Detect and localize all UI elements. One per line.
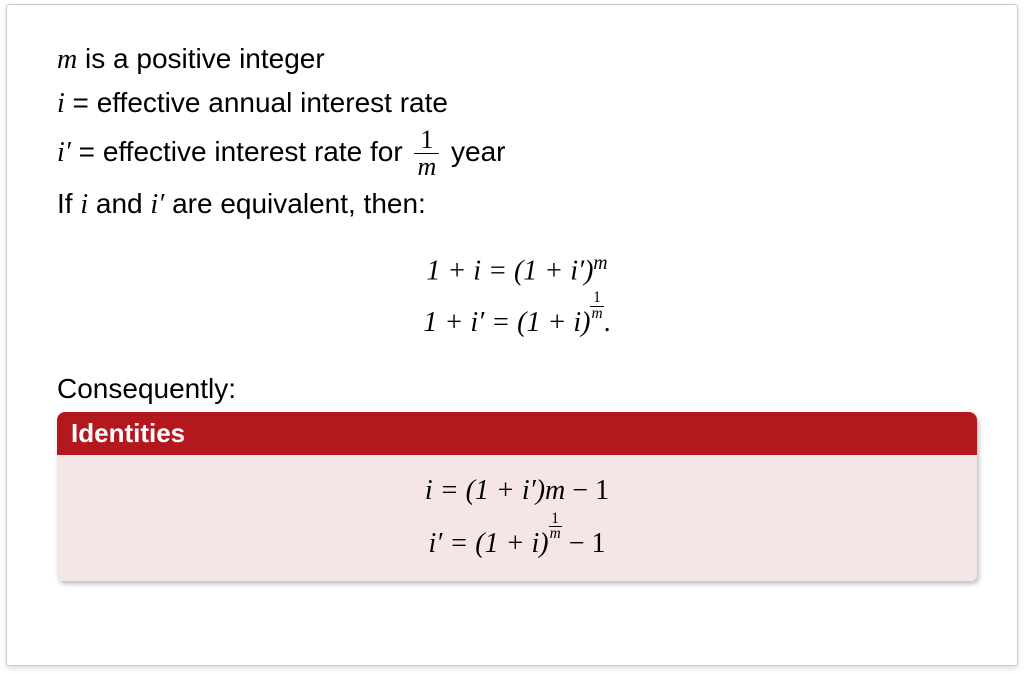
cond-post: are equivalent, then: (164, 188, 426, 219)
cond-iprime: i′ (150, 189, 164, 220)
def-i-text: = effective annual interest rate (65, 87, 448, 118)
identity-1: i = (1 + i′)m − 1 (57, 467, 977, 515)
eq2-end: . (604, 307, 611, 338)
id2-lhs: i′ = (1 + i) (428, 528, 548, 559)
fraction-one-over-m: 1m (414, 127, 439, 180)
identity-2: i′ = (1 + i)1m − 1 (57, 515, 977, 568)
id2-tfrac-den: m (549, 527, 562, 542)
eq2-exponent-frac: 1m (590, 291, 603, 321)
equation-1: 1 + i = (1 + i′)m (57, 247, 977, 295)
equation-block: 1 + i = (1 + i′)m 1 + i′ = (1 + i)1m. (57, 247, 977, 347)
eq1-body: 1 + i = (1 + i′) (426, 255, 593, 286)
var-m: m (57, 44, 77, 75)
def-line-iprime: i′ = effective interest rate for 1m year (57, 127, 977, 180)
var-i: i (57, 88, 65, 119)
slide-frame: m is a positive integer i = effective an… (6, 4, 1018, 666)
var-iprime: i′ (57, 137, 71, 168)
id1-exponent: m (545, 475, 565, 506)
id2-rhs: − 1 (562, 528, 606, 559)
id1-rhs: − 1 (565, 475, 609, 506)
def-iprime-text2: year (443, 136, 505, 167)
def-line-i: i = effective annual interest rate (57, 83, 977, 123)
eq2-body: 1 + i′ = (1 + i) (423, 307, 590, 338)
def-m-text: is a positive integer (77, 43, 324, 74)
eq2-tfrac-den: m (590, 307, 603, 322)
consequently-label: Consequently: (57, 369, 977, 408)
def-line-m: m is a positive integer (57, 39, 977, 79)
id1-lhs: i = (1 + i′) (425, 475, 545, 506)
identities-body: i = (1 + i′)m − 1 i′ = (1 + i)1m − 1 (57, 455, 977, 581)
frac-den: m (414, 154, 439, 180)
frac-num: 1 (414, 127, 439, 154)
condition-line: If i and i′ are equivalent, then: (57, 184, 977, 224)
id2-exponent-frac: 1m (549, 512, 562, 542)
cond-mid: and (88, 188, 150, 219)
identities-box: Identities i = (1 + i′)m − 1 i′ = (1 + i… (57, 412, 977, 581)
identities-header: Identities (57, 412, 977, 455)
cond-i: i (80, 189, 88, 220)
cond-pre: If (57, 188, 80, 219)
eq1-exponent: m (593, 253, 607, 274)
equation-2: 1 + i′ = (1 + i)1m. (57, 294, 977, 347)
def-iprime-text1: = effective interest rate for (71, 136, 411, 167)
